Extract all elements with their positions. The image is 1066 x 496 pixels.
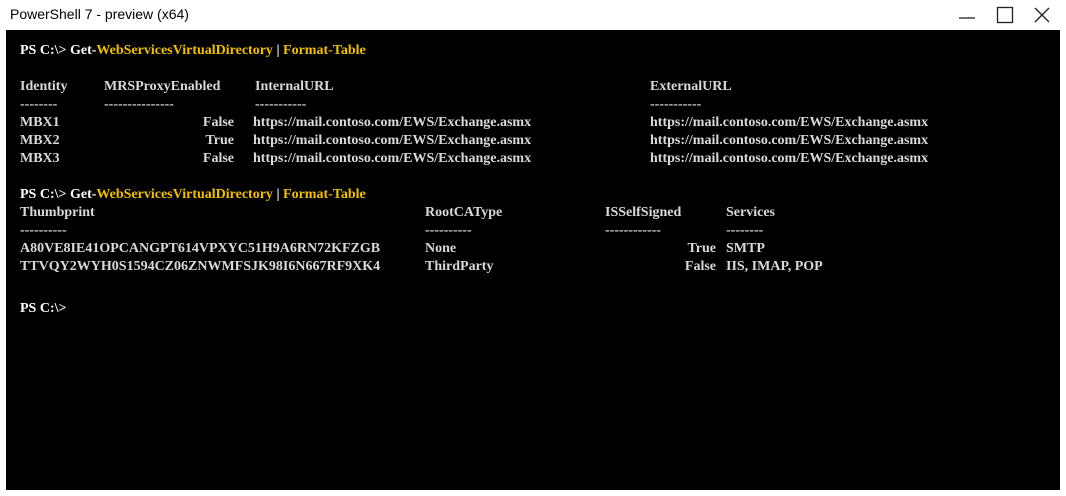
format-cmdlet: Format-Table xyxy=(283,187,366,202)
cmdlet-name: WebServicesVirtualDirectory xyxy=(96,43,273,58)
maximize-button[interactable] xyxy=(988,0,1022,30)
header-services: Services xyxy=(726,205,775,220)
row-externalurl: https://mail.contoso.com/EWS/Exchange.as… xyxy=(650,133,929,148)
row-internalurl: https://mail.contoso.com/EWS/Exchange.as… xyxy=(253,151,532,166)
row-services: SMTP xyxy=(726,241,765,256)
command-line-2: PS C:\> Get-WebServicesVirtualDirectory … xyxy=(20,186,366,204)
header-thumbprint: Thumbprint xyxy=(20,205,95,220)
minimize-button[interactable] xyxy=(950,0,984,30)
prompt: PS C:\> xyxy=(20,43,70,58)
final-prompt: PS C:\> xyxy=(20,301,67,316)
command-line-1: PS C:\> Get-WebServicesVirtualDirectory … xyxy=(20,42,366,60)
row-mrsproxyenabled: True xyxy=(205,133,234,148)
row-rootcatype: ThirdParty xyxy=(425,259,494,274)
header-underline: -------- xyxy=(20,97,58,112)
row-identity: MBX1 xyxy=(20,115,60,130)
header-internalurl: InternalURL xyxy=(255,79,334,94)
cmd-prefix: Get- xyxy=(69,187,97,202)
prompt: PS C:\> xyxy=(20,187,70,202)
cmd-prefix: Get- xyxy=(69,43,97,58)
row-isselfsigned: False xyxy=(684,259,716,274)
row-isselfsigned: True xyxy=(687,241,716,256)
row-services: IIS, IMAP, POP xyxy=(726,259,823,274)
close-icon xyxy=(1034,7,1050,23)
pipe-symbol: | xyxy=(272,43,284,58)
terminal-console[interactable]: PS C:\> Get-WebServicesVirtualDirectory … xyxy=(6,30,1060,490)
header-underline: ------------ xyxy=(605,223,661,238)
header-underline: ----------- xyxy=(255,97,307,112)
header-underline: ---------- xyxy=(20,223,67,238)
header-mrsproxyenabled: MRSProxyEnabled xyxy=(104,79,221,94)
minimize-icon xyxy=(959,17,975,19)
close-button[interactable] xyxy=(1025,0,1059,30)
header-underline: ---------- xyxy=(425,223,472,238)
row-rootcatype: None xyxy=(425,241,457,256)
row-mrsproxyenabled: False xyxy=(202,115,234,130)
header-underline: -------- xyxy=(726,223,764,238)
row-thumbprint: TTVQY2WYH0S1594CZ06ZNWMFSJK98I6N667RF9XK… xyxy=(20,259,381,274)
header-externalurl: ExternalURL xyxy=(650,79,732,94)
row-externalurl: https://mail.contoso.com/EWS/Exchange.as… xyxy=(650,151,929,166)
window-title: PowerShell 7 - preview (x64) xyxy=(10,6,189,22)
header-underline: --------------- xyxy=(104,97,174,112)
row-thumbprint: A80VE8IE41OPCANGPT614VPXYC51H9A6RN72KFZG… xyxy=(20,241,381,256)
row-mrsproxyenabled: False xyxy=(202,151,234,166)
header-isselfsigned: ISSelfSigned xyxy=(605,205,682,220)
header-underline: ----------- xyxy=(650,97,702,112)
format-cmdlet: Format-Table xyxy=(283,43,366,58)
row-identity: MBX2 xyxy=(20,133,60,148)
row-identity: MBX3 xyxy=(20,151,60,166)
header-identity: Identity xyxy=(20,79,68,94)
row-internalurl: https://mail.contoso.com/EWS/Exchange.as… xyxy=(253,133,532,148)
row-internalurl: https://mail.contoso.com/EWS/Exchange.as… xyxy=(253,115,532,130)
maximize-icon xyxy=(996,6,1014,24)
row-externalurl: https://mail.contoso.com/EWS/Exchange.as… xyxy=(650,115,929,130)
header-rootcatype: RootCAType xyxy=(425,205,503,220)
title-bar: PowerShell 7 - preview (x64) xyxy=(0,0,1066,30)
cmdlet-name: WebServicesVirtualDirectory xyxy=(96,187,273,202)
pipe-symbol: | xyxy=(272,187,284,202)
